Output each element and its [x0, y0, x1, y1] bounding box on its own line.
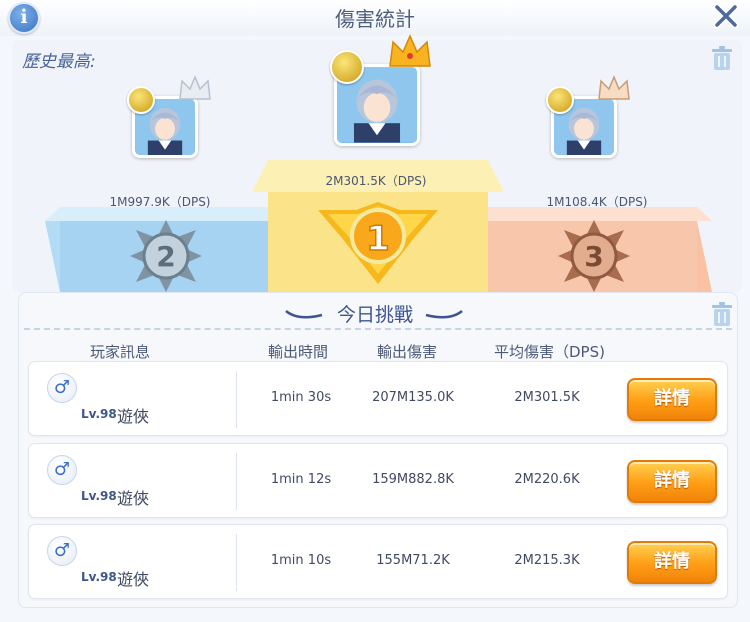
male-icon: ♂	[47, 536, 77, 566]
detail-button[interactable]: 詳情	[627, 541, 717, 584]
player-class: 遊俠	[117, 407, 150, 426]
table-row: ♂ Lv.98 遊俠 1min 30s 207M135.0K 2M301.5K …	[28, 361, 728, 436]
table-row: ♂ Lv.98 遊俠 1min 12s 159M882.8K 2M220.6K …	[28, 443, 728, 518]
output-damage: 155M71.2K	[376, 553, 450, 568]
title-ornament-right	[424, 306, 464, 325]
male-icon: ♂	[47, 373, 77, 403]
divider	[24, 328, 732, 330]
today-title: 今日挑戰	[336, 304, 413, 326]
title-ornament-left	[284, 306, 324, 325]
detail-button[interactable]: 詳情	[627, 460, 717, 503]
column-header-player: 玩家訊息	[90, 343, 151, 361]
player-level: Lv.98	[81, 489, 117, 503]
output-damage: 207M135.0K	[372, 390, 454, 405]
podium-first-dps: 2M301.5K（DPS)	[325, 174, 427, 188]
detail-button[interactable]: 詳情	[627, 378, 717, 421]
player-level: Lv.98	[81, 570, 117, 584]
average-dps: 2M301.5K	[514, 390, 580, 405]
trash-icon[interactable]	[710, 301, 734, 327]
crown-icon	[388, 34, 432, 72]
table-row: ♂ Lv.98 遊俠 1min 10s 155M71.2K 2M215.3K 詳…	[28, 524, 728, 599]
page-title: 傷害統計	[335, 7, 415, 31]
emblem-icon	[127, 86, 155, 114]
svg-text:2: 2	[156, 240, 175, 273]
svg-text:1: 1	[366, 219, 390, 259]
column-header-damage: 輸出傷害	[377, 343, 438, 361]
male-icon: ♂	[47, 455, 77, 485]
svg-text:3: 3	[584, 240, 603, 273]
player-class: 遊俠	[117, 570, 150, 589]
podium-second-dps: 1M997.9K（DPS)	[109, 195, 211, 209]
trash-icon[interactable]	[710, 45, 734, 71]
history-label: 歷史最高:	[22, 52, 96, 72]
rank-3-badge: 3	[556, 218, 632, 294]
player-class: 遊俠	[117, 489, 150, 508]
crown-icon	[597, 75, 631, 105]
column-header-avg: 平均傷害（DPS)	[494, 343, 605, 361]
rank-1-badge: 1	[318, 198, 438, 288]
close-icon[interactable]	[712, 2, 740, 30]
title-bar: i 傷害統計	[0, 0, 750, 36]
emblem-icon	[546, 86, 574, 114]
average-dps: 2M215.3K	[514, 553, 580, 568]
player-level: Lv.98	[81, 407, 117, 421]
output-damage: 159M882.8K	[372, 472, 454, 487]
podium-third-dps: 1M108.4K（DPS)	[546, 195, 648, 209]
rank-2-badge: 2	[128, 218, 204, 294]
crown-icon	[178, 75, 212, 105]
column-header-time: 輸出時間	[268, 343, 329, 361]
average-dps: 2M220.6K	[514, 472, 580, 487]
emblem-icon	[330, 50, 364, 84]
